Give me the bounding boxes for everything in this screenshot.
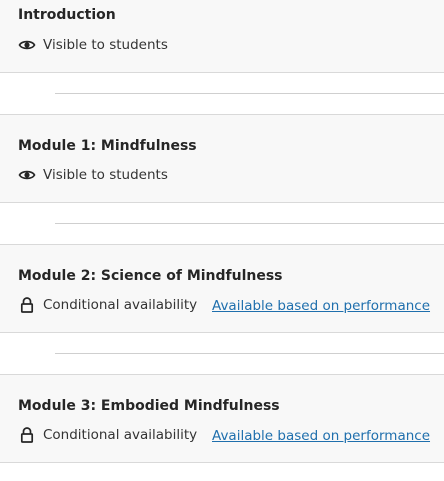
visibility-label: Visible to students [43,167,168,183]
module-row-science-of-mindfulness: Module 2: Science of Mindfulness Conditi… [0,244,444,333]
condition-link[interactable]: Available based on performance [212,298,430,314]
visibility-status: Conditional availability [18,426,197,444]
visibility-button[interactable]: Visible to students [18,36,168,54]
module-title[interactable]: Module 3: Embodied Mindfulness [18,398,280,414]
lock-icon [18,296,36,314]
eye-icon [18,166,36,184]
visibility-button[interactable]: Conditional availability [18,426,197,444]
visibility-label: Visible to students [43,37,168,53]
visibility-button[interactable]: Visible to students [18,166,168,184]
module-title[interactable]: Module 1: Mindfulness [18,138,197,154]
visibility-label: Conditional availability [43,297,198,313]
visibility-label: Conditional availability [43,427,198,443]
module-title[interactable]: Introduction [18,7,116,23]
condition-link[interactable]: Available based on performance [212,428,430,444]
visibility-button[interactable]: Conditional availability [18,296,197,314]
visibility-status: Visible to students [18,36,168,54]
visibility-status: Visible to students [18,166,168,184]
module-row-mindfulness: Module 1: Mindfulness Visible to student… [0,114,444,203]
visibility-status: Conditional availability [18,296,197,314]
divider [55,353,444,354]
divider [55,223,444,224]
eye-icon [18,36,36,54]
module-title[interactable]: Module 2: Science of Mindfulness [18,268,283,284]
lock-icon [18,426,36,444]
divider [55,93,444,94]
module-row-introduction: Introduction Visible to students [0,0,444,73]
module-row-embodied-mindfulness: Module 3: Embodied Mindfulness Condition… [0,374,444,463]
